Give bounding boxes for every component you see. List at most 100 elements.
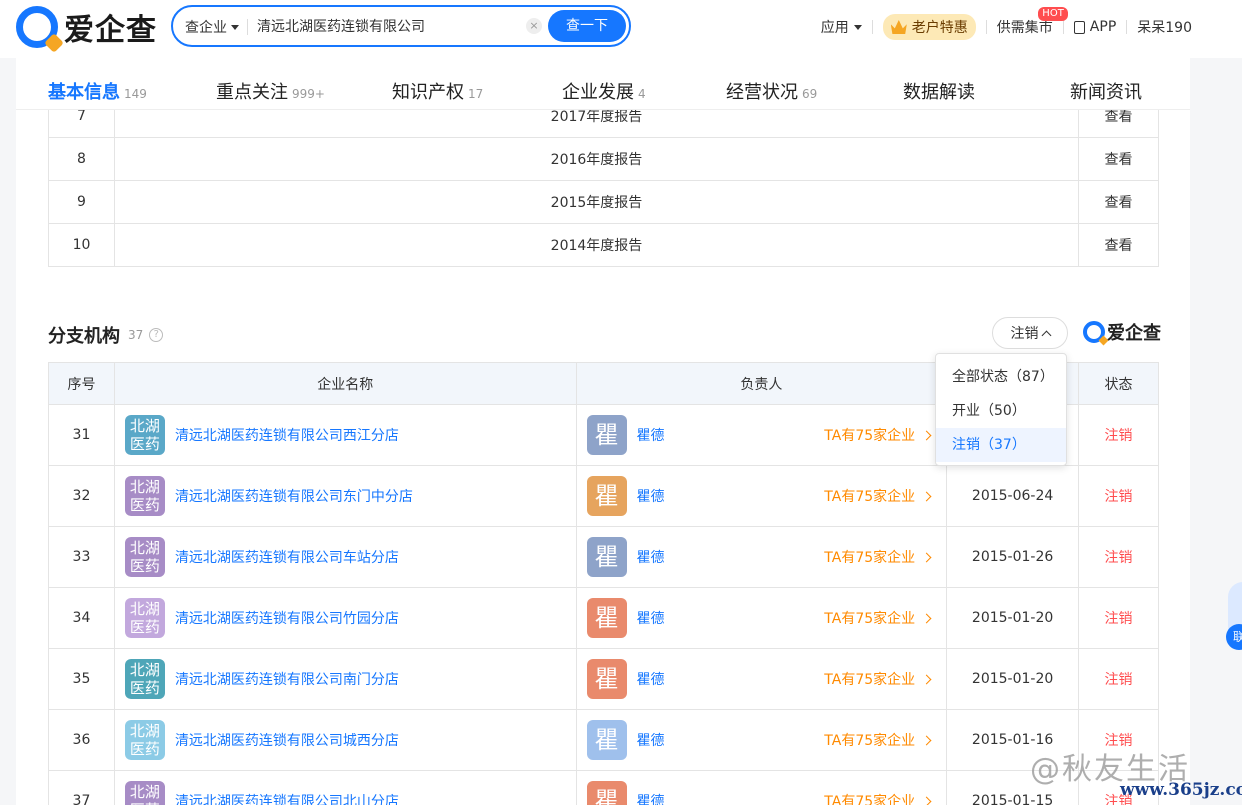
divider [985, 20, 987, 34]
related-companies-link[interactable]: TA有75家企业 [824, 791, 932, 805]
related-companies-link[interactable]: TA有75家企业 [824, 730, 932, 750]
tab-label: 基本信息 [48, 82, 120, 103]
person-link[interactable]: 瞿德 [637, 486, 665, 506]
help-icon[interactable]: ? [149, 328, 164, 342]
status-option-open[interactable]: 开业（50） [936, 394, 1066, 428]
related-companies-link[interactable]: TA有75家企业 [824, 486, 932, 506]
avatar: 瞿 [586, 720, 627, 760]
status-cell: 注销 [1078, 465, 1159, 527]
logo-icon [16, 6, 58, 48]
column-header-status: 状态 [1078, 362, 1159, 405]
status-cell: 注销 [1078, 404, 1159, 466]
view-link[interactable]: 查看 [1078, 180, 1159, 224]
top-nav: 应用 老户特惠 供需集市 HOT APP 呆呆190 [821, 7, 1192, 40]
date-cell: 2015-01-20 [946, 587, 1080, 649]
hot-badge: HOT [1038, 7, 1068, 21]
person-cell: 瞿瞿德 TA有75家企业 [575, 465, 948, 527]
vip-offer-button[interactable]: 老户特惠 [882, 14, 976, 40]
clear-icon[interactable]: × [526, 18, 542, 34]
row-index: 33 [48, 526, 115, 588]
chevron-right-icon [921, 796, 932, 805]
related-companies-label: TA有75家企业 [824, 794, 916, 805]
person-link[interactable]: 瞿德 [637, 791, 665, 805]
person-link[interactable]: 瞿德 [637, 608, 665, 628]
person-link[interactable]: 瞿德 [637, 730, 665, 750]
tab-count: 17 [468, 87, 484, 101]
person-cell: 瞿瞿德 TA有75家企业 [575, 709, 948, 771]
chevron-up-icon [1041, 330, 1051, 340]
report-name: 2016年度报告 [113, 137, 1080, 181]
branch-name-link[interactable]: 清远北湖医药连锁有限公司竹园分店 [175, 608, 399, 628]
section-title: 分支机构 37 ? [48, 322, 164, 348]
chevron-right-icon [921, 491, 932, 501]
company-badge: 北湖医药 [124, 781, 165, 805]
tab-label: 知识产权 [392, 82, 464, 103]
related-companies-label: TA有75家企业 [824, 428, 916, 444]
branch-name-link[interactable]: 清远北湖医药连锁有限公司西江分店 [175, 425, 399, 445]
company-badge: 北湖医药 [124, 537, 165, 577]
logo-text: 爱企查 [64, 13, 157, 48]
tab-label: 新闻资讯 [1070, 82, 1142, 103]
crown-icon [890, 20, 907, 34]
table-row: 36 北湖医药 清远北湖医药连锁有限公司城西分店瞿瞿德 TA有75家企业 2015-01… [48, 709, 1159, 771]
tab-count: 4 [638, 87, 646, 101]
divider [247, 19, 248, 35]
avatar: 瞿 [586, 537, 627, 577]
tab-key-focus[interactable]: 重点关注 999+ [216, 78, 325, 104]
brand-text: 爱企查 [1107, 323, 1161, 344]
view-link[interactable]: 查看 [1078, 137, 1159, 181]
company-badge: 北湖医药 [124, 659, 165, 699]
person-link[interactable]: 瞿德 [637, 425, 665, 445]
search-box: 查企业 × 查一下 [171, 5, 631, 47]
apps-menu[interactable]: 应用 [821, 17, 862, 37]
related-companies-link[interactable]: TA有75家企业 [824, 425, 932, 445]
branch-name-link[interactable]: 清远北湖医药连锁有限公司城西分店 [175, 730, 399, 750]
view-link[interactable]: 查看 [1078, 223, 1159, 267]
table-row: 34 北湖医药 清远北湖医药连锁有限公司竹园分店瞿瞿德 TA有75家企业 2015-01… [48, 587, 1159, 649]
user-menu[interactable]: 呆呆190 [1137, 17, 1192, 37]
divider [871, 20, 873, 34]
tab-development[interactable]: 企业发展 4 [562, 78, 646, 104]
tab-basic-info[interactable]: 基本信息 149 [48, 78, 147, 104]
tab-operations[interactable]: 经营状况 69 [726, 78, 817, 104]
person-link[interactable]: 瞿德 [637, 547, 665, 567]
apps-label: 应用 [820, 20, 849, 36]
related-companies-label: TA有75家企业 [824, 489, 916, 505]
related-companies-link[interactable]: TA有75家企业 [824, 669, 932, 689]
logo[interactable]: 爱企查 [16, 5, 157, 49]
app-link[interactable]: APP [1073, 19, 1116, 35]
branch-name-cell: 北湖医药 清远北湖医药连锁有限公司城西分店 [113, 709, 577, 771]
row-index: 8 [48, 137, 115, 181]
status-option-cancelled[interactable]: 注销（37） [936, 428, 1066, 462]
search-input[interactable] [257, 15, 517, 37]
contact-float-button[interactable]: 联 [1226, 624, 1242, 650]
person-link[interactable]: 瞿德 [637, 669, 665, 689]
table-row: 8 2016年度报告 查看 [48, 137, 1159, 181]
branch-name-cell: 北湖医药 清远北湖医药连锁有限公司东门中分店 [113, 465, 577, 527]
market-link[interactable]: 供需集市 HOT [997, 7, 1068, 37]
related-companies-label: TA有75家企业 [824, 550, 916, 566]
divider [1062, 20, 1064, 34]
branch-name-link[interactable]: 清远北湖医药连锁有限公司南门分店 [175, 669, 399, 689]
avatar: 瞿 [586, 659, 627, 699]
tab-data-insight[interactable]: 数据解读 [903, 78, 975, 104]
related-companies-link[interactable]: TA有75家企业 [824, 608, 932, 628]
tab-news[interactable]: 新闻资讯 [1070, 78, 1142, 104]
status-filter-dropdown[interactable]: 注销 [992, 317, 1068, 349]
date-cell: 2015-06-24 [946, 465, 1080, 527]
status-cell: 注销 [1078, 587, 1159, 649]
branch-name-link[interactable]: 清远北湖医药连锁有限公司东门中分店 [175, 486, 413, 506]
branch-name-cell: 北湖医药 清远北湖医药连锁有限公司西江分店 [113, 404, 577, 466]
top-header: 爱企查 查企业 × 查一下 应用 老户特惠 供需集市 HOT APP [0, 0, 1242, 58]
row-index: 35 [48, 648, 115, 710]
related-companies-link[interactable]: TA有75家企业 [824, 547, 932, 567]
brand-watermark-logo: 爱企查 [1083, 319, 1161, 345]
status-option-all[interactable]: 全部状态（87） [936, 360, 1066, 394]
branch-name-link[interactable]: 清远北湖医药连锁有限公司车站分店 [175, 547, 399, 567]
tab-ip[interactable]: 知识产权 17 [392, 78, 483, 104]
branch-name-link[interactable]: 清远北湖医药连锁有限公司北山分店 [175, 791, 399, 805]
search-button[interactable]: 查一下 [548, 10, 626, 42]
company-badge: 北湖医药 [124, 598, 165, 638]
watermark-url: www.365jz.com [1120, 780, 1242, 800]
search-type-select[interactable]: 查企业 [185, 17, 239, 37]
